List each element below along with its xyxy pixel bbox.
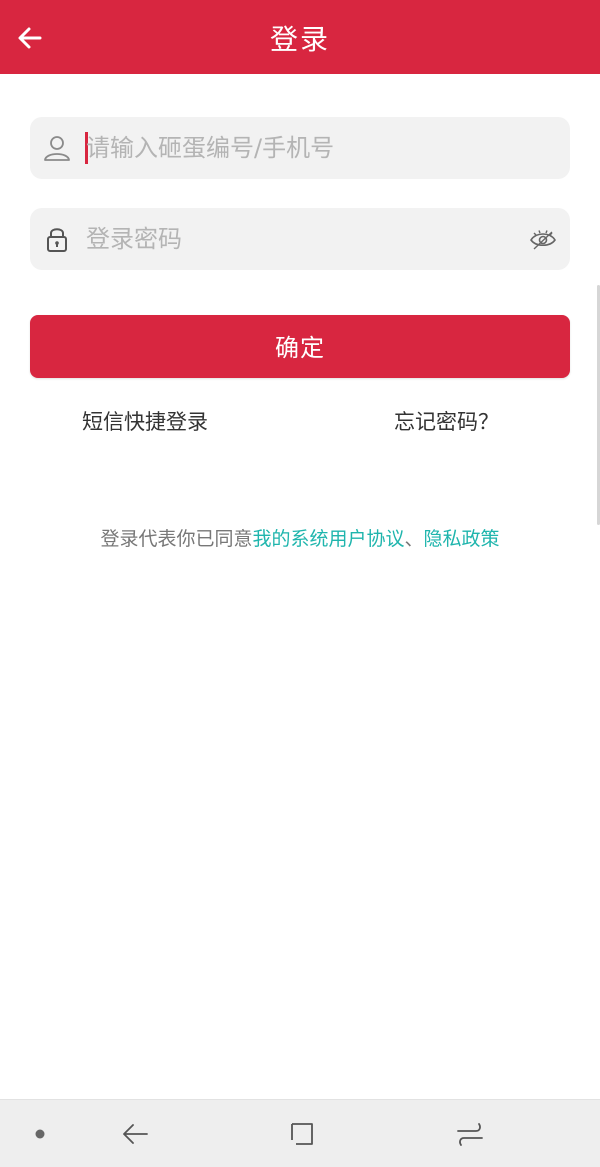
page-title: 登录 bbox=[269, 23, 330, 56]
recents-icon[interactable] bbox=[284, 1116, 320, 1152]
eye-closed-icon bbox=[530, 230, 556, 250]
agreement-separator: 、 bbox=[404, 528, 424, 550]
privacy-policy-link[interactable]: 隐私政策 bbox=[424, 528, 500, 550]
login-screen: 登录 请输入砸蛋编号/手机号 确定 短信快捷登录 忘记密码？ 登录代表你已同意我… bbox=[0, 0, 600, 1167]
user-icon bbox=[40, 131, 74, 165]
lock-icon bbox=[40, 222, 74, 256]
dot-icon[interactable] bbox=[22, 1116, 58, 1152]
app-header: 登录 bbox=[0, 0, 600, 74]
username-input[interactable] bbox=[86, 117, 516, 179]
forgot-password-link[interactable]: 忘记密码？ bbox=[394, 406, 499, 436]
switch-icon[interactable] bbox=[452, 1116, 488, 1152]
system-navigation-bar bbox=[0, 1099, 600, 1167]
user-agreement-link[interactable]: 我的系统用户协议 bbox=[252, 528, 404, 550]
password-input[interactable] bbox=[86, 208, 516, 270]
agreement-prefix: 登录代表你已同意 bbox=[100, 528, 253, 550]
password-field[interactable] bbox=[30, 208, 570, 270]
password-visibility-toggle[interactable] bbox=[526, 222, 560, 256]
confirm-button[interactable]: 确定 bbox=[30, 315, 570, 378]
username-field[interactable] bbox=[30, 117, 570, 179]
agreement-notice: 登录代表你已同意我的系统用户协议、隐私政策 bbox=[0, 524, 600, 551]
sms-login-link[interactable]: 短信快捷登录 bbox=[82, 406, 208, 436]
back-icon[interactable] bbox=[117, 1116, 153, 1152]
